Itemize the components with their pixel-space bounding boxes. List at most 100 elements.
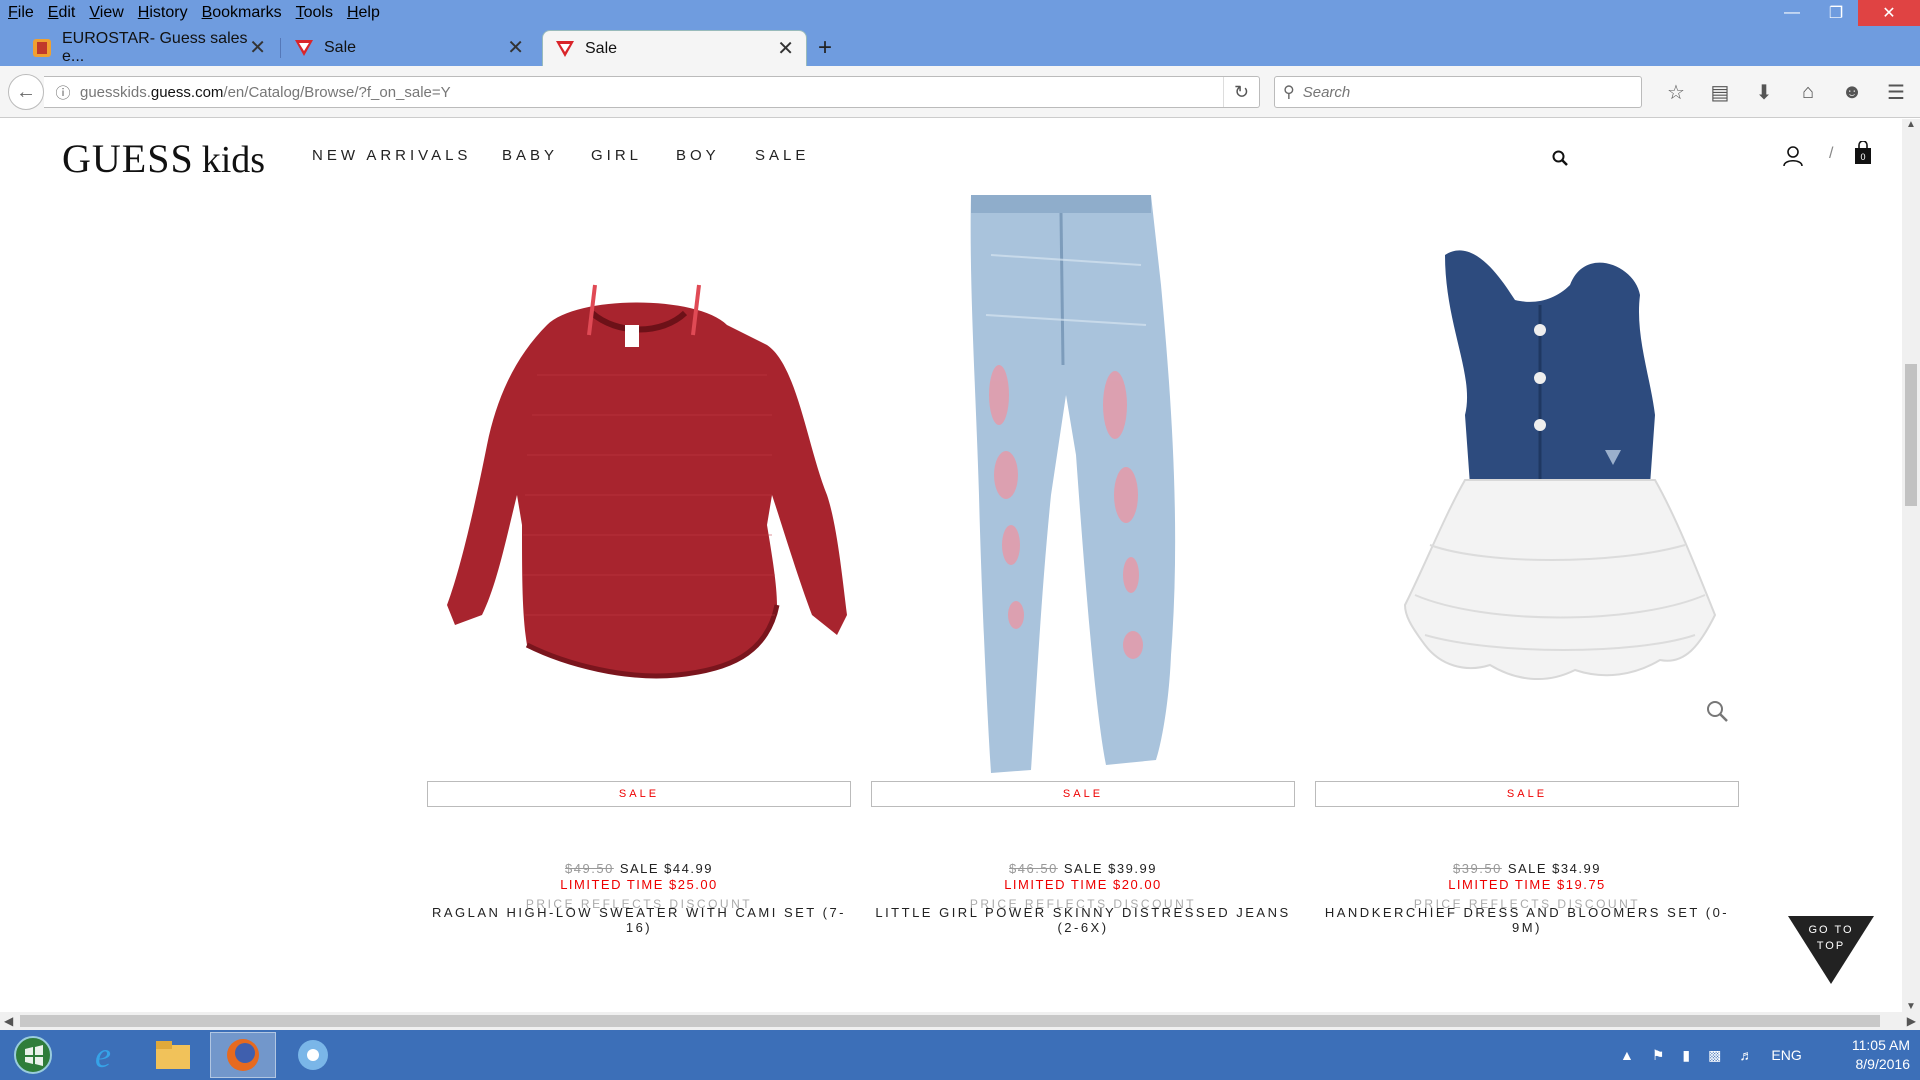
nav-boy[interactable]: BOY bbox=[676, 147, 720, 164]
go-to-top-line2: TOP bbox=[1816, 940, 1846, 952]
tab-label: Sale bbox=[585, 39, 618, 57]
discount-note: PRICE REFLECTS DISCOUNT bbox=[525, 897, 753, 911]
menu-help[interactable]: Help bbox=[347, 4, 380, 22]
close-tab-icon[interactable]: ✕ bbox=[249, 38, 266, 58]
show-hidden-icons-icon[interactable]: ▲ bbox=[1620, 1047, 1634, 1063]
discount-note: PRICE REFLECTS DISCOUNT bbox=[1413, 897, 1641, 911]
language-indicator[interactable]: ENG bbox=[1771, 1047, 1801, 1063]
menu-tools[interactable]: Tools bbox=[296, 4, 333, 22]
restore-icon[interactable]: ❐ bbox=[1814, 0, 1858, 26]
sale-badge: SALE bbox=[1315, 781, 1739, 807]
nav-baby[interactable]: BABY bbox=[502, 147, 558, 164]
sale-price: SALE $34.99 bbox=[1507, 861, 1601, 876]
system-tray: ▲ ⚑ ▮ ▩ ♬ ENG bbox=[1620, 1030, 1820, 1080]
close-tab-icon[interactable]: ✕ bbox=[777, 39, 794, 59]
search-icon: ⚲ bbox=[1283, 84, 1295, 101]
tab-label: Sale bbox=[324, 39, 357, 56]
windows-taskbar: e ▲ ⚑ ▮ ▩ ♬ ENG 11:05 AM 8/9/2016 bbox=[0, 1030, 1920, 1080]
guess-kids-logo[interactable]: GUESS kids bbox=[62, 135, 265, 182]
url-text[interactable]: guesskids.guess.com/en/Catalog/Browse/?f… bbox=[80, 84, 451, 101]
chat-icon[interactable]: ☻ bbox=[1830, 76, 1874, 108]
close-window-icon[interactable]: ✕ bbox=[1858, 0, 1920, 26]
shopping-bag-icon[interactable]: 0 bbox=[1854, 140, 1872, 171]
go-to-top-button[interactable]: GO TO TOP bbox=[1788, 916, 1874, 984]
scroll-up-icon[interactable]: ▲ bbox=[1902, 119, 1920, 130]
vertical-scrollbar[interactable]: ▲ ▼ bbox=[1902, 119, 1920, 1012]
flag-icon[interactable]: ⚑ bbox=[1652, 1047, 1665, 1064]
nav-sale[interactable]: SALE bbox=[755, 147, 809, 164]
product-image-dress[interactable] bbox=[1315, 195, 1739, 775]
home-icon[interactable]: ⌂ bbox=[1786, 76, 1830, 108]
guess-triangle-icon bbox=[555, 39, 575, 59]
tab-strip: EUROSTAR- Guess sales e... ✕ Sale ✕ Sale… bbox=[0, 30, 1920, 66]
clock-time: 11:05 AM bbox=[1851, 1037, 1910, 1053]
scroll-down-icon[interactable]: ▼ bbox=[1902, 1001, 1920, 1012]
price-line: $46.50 SALE $39.99 bbox=[871, 861, 1295, 876]
clock-date: 8/9/2016 bbox=[1855, 1056, 1911, 1072]
back-arrow-icon[interactable]: ← bbox=[8, 74, 44, 110]
battery-icon[interactable]: ▮ bbox=[1682, 1047, 1690, 1064]
start-button[interactable] bbox=[0, 1032, 66, 1078]
limited-time-price: LIMITED TIME $19.75 bbox=[1448, 877, 1606, 892]
web-page: GUESS kids NEW ARRIVALS BABY GIRL BOY SAL… bbox=[0, 119, 1902, 1012]
scroll-left-icon[interactable]: ◀ bbox=[4, 1012, 13, 1030]
media-app-icon[interactable] bbox=[280, 1032, 346, 1078]
toolbar-icons: ☆ ▤ ⬇ ⌂ ☻ ☰ bbox=[1654, 76, 1918, 108]
url-bar[interactable]: ⓘ guesskids.guess.com/en/Catalog/Browse/… bbox=[44, 76, 1260, 108]
original-price: $39.50 bbox=[1453, 861, 1502, 876]
menu-edit[interactable]: Edit bbox=[48, 4, 76, 22]
vertical-scroll-thumb[interactable] bbox=[1905, 364, 1917, 506]
product-image-jeans[interactable] bbox=[871, 195, 1295, 775]
nav-girl[interactable]: GIRL bbox=[591, 147, 642, 164]
network-icon[interactable]: ▩ bbox=[1708, 1047, 1721, 1064]
firefox-icon[interactable] bbox=[210, 1032, 276, 1078]
nav-new-arrivals[interactable]: NEW ARRIVALS bbox=[312, 147, 471, 164]
close-tab-icon[interactable]: ✕ bbox=[507, 38, 524, 58]
minimize-icon[interactable]: — bbox=[1770, 0, 1814, 26]
horizontal-scroll-thumb[interactable] bbox=[20, 1015, 1880, 1027]
new-tab-button[interactable]: + bbox=[818, 34, 832, 62]
reading-list-icon[interactable]: ▤ bbox=[1698, 76, 1742, 108]
clock[interactable]: 11:05 AM 8/9/2016 bbox=[1820, 1036, 1910, 1074]
tab-eurostar[interactable]: EUROSTAR- Guess sales e... ✕ bbox=[20, 30, 278, 66]
tab-sale-1[interactable]: Sale ✕ bbox=[282, 30, 536, 66]
go-to-top-label: GO TO TOP bbox=[1788, 922, 1874, 954]
limited-time-price: LIMITED TIME $20.00 bbox=[1004, 877, 1162, 892]
horizontal-scrollbar[interactable]: ◀ ▶ bbox=[0, 1012, 1920, 1030]
url-domain: guess.com bbox=[150, 83, 224, 101]
site-search-icon[interactable] bbox=[1552, 149, 1568, 172]
volume-icon[interactable]: ♬ bbox=[1739, 1047, 1753, 1063]
navigation-toolbar: ← ⓘ guesskids.guess.com/en/Catalog/Brows… bbox=[0, 66, 1920, 118]
menu-bar: File Edit View History Bookmarks Tools H… bbox=[0, 0, 394, 26]
product-image-sweater[interactable] bbox=[427, 195, 851, 775]
product-card[interactable]: SALE LITTLE GIRL POWER SKINNY DISTRESSED… bbox=[871, 195, 1295, 935]
account-icon[interactable] bbox=[1782, 145, 1804, 173]
scroll-right-icon[interactable]: ▶ bbox=[1907, 1012, 1916, 1030]
original-price: $49.50 bbox=[565, 861, 614, 876]
reload-icon[interactable]: ↻ bbox=[1223, 77, 1259, 107]
tab-label: EUROSTAR- Guess sales e... bbox=[62, 30, 248, 65]
hamburger-menu-icon[interactable]: ☰ bbox=[1874, 76, 1918, 108]
price-line: $49.50 SALE $44.99 bbox=[427, 861, 851, 876]
guess-triangle-icon bbox=[294, 38, 314, 58]
tab-sale-active[interactable]: Sale ✕ bbox=[542, 30, 807, 66]
menu-file[interactable]: File bbox=[8, 4, 34, 22]
bookmark-star-icon[interactable]: ☆ bbox=[1654, 76, 1698, 108]
search-box[interactable]: ⚲ bbox=[1274, 76, 1642, 108]
search-input[interactable] bbox=[1302, 83, 1603, 101]
download-icon[interactable]: ⬇ bbox=[1742, 76, 1786, 108]
sale-price: SALE $44.99 bbox=[619, 861, 713, 876]
original-price: $46.50 bbox=[1009, 861, 1058, 876]
url-path: /en/Catalog/Browse/?f_on_sale=Y bbox=[223, 83, 451, 101]
menu-history[interactable]: History bbox=[138, 4, 188, 22]
file-explorer-icon[interactable] bbox=[140, 1032, 206, 1078]
product-card[interactable]: SALE RAGLAN HIGH-LOW SWEATER WITH CAMI S… bbox=[427, 195, 851, 935]
header-divider: / bbox=[1829, 145, 1834, 162]
menu-view[interactable]: View bbox=[89, 4, 123, 22]
info-icon[interactable]: ⓘ bbox=[48, 82, 78, 103]
internet-explorer-icon[interactable]: e bbox=[70, 1032, 136, 1078]
go-to-top-line1: GO TO bbox=[1808, 924, 1854, 936]
tab-separator bbox=[280, 38, 281, 58]
menu-bookmarks[interactable]: Bookmarks bbox=[202, 4, 282, 22]
product-card[interactable]: SALE HANDKERCHIEF DRESS AND BLOOMERS SET… bbox=[1315, 195, 1739, 935]
